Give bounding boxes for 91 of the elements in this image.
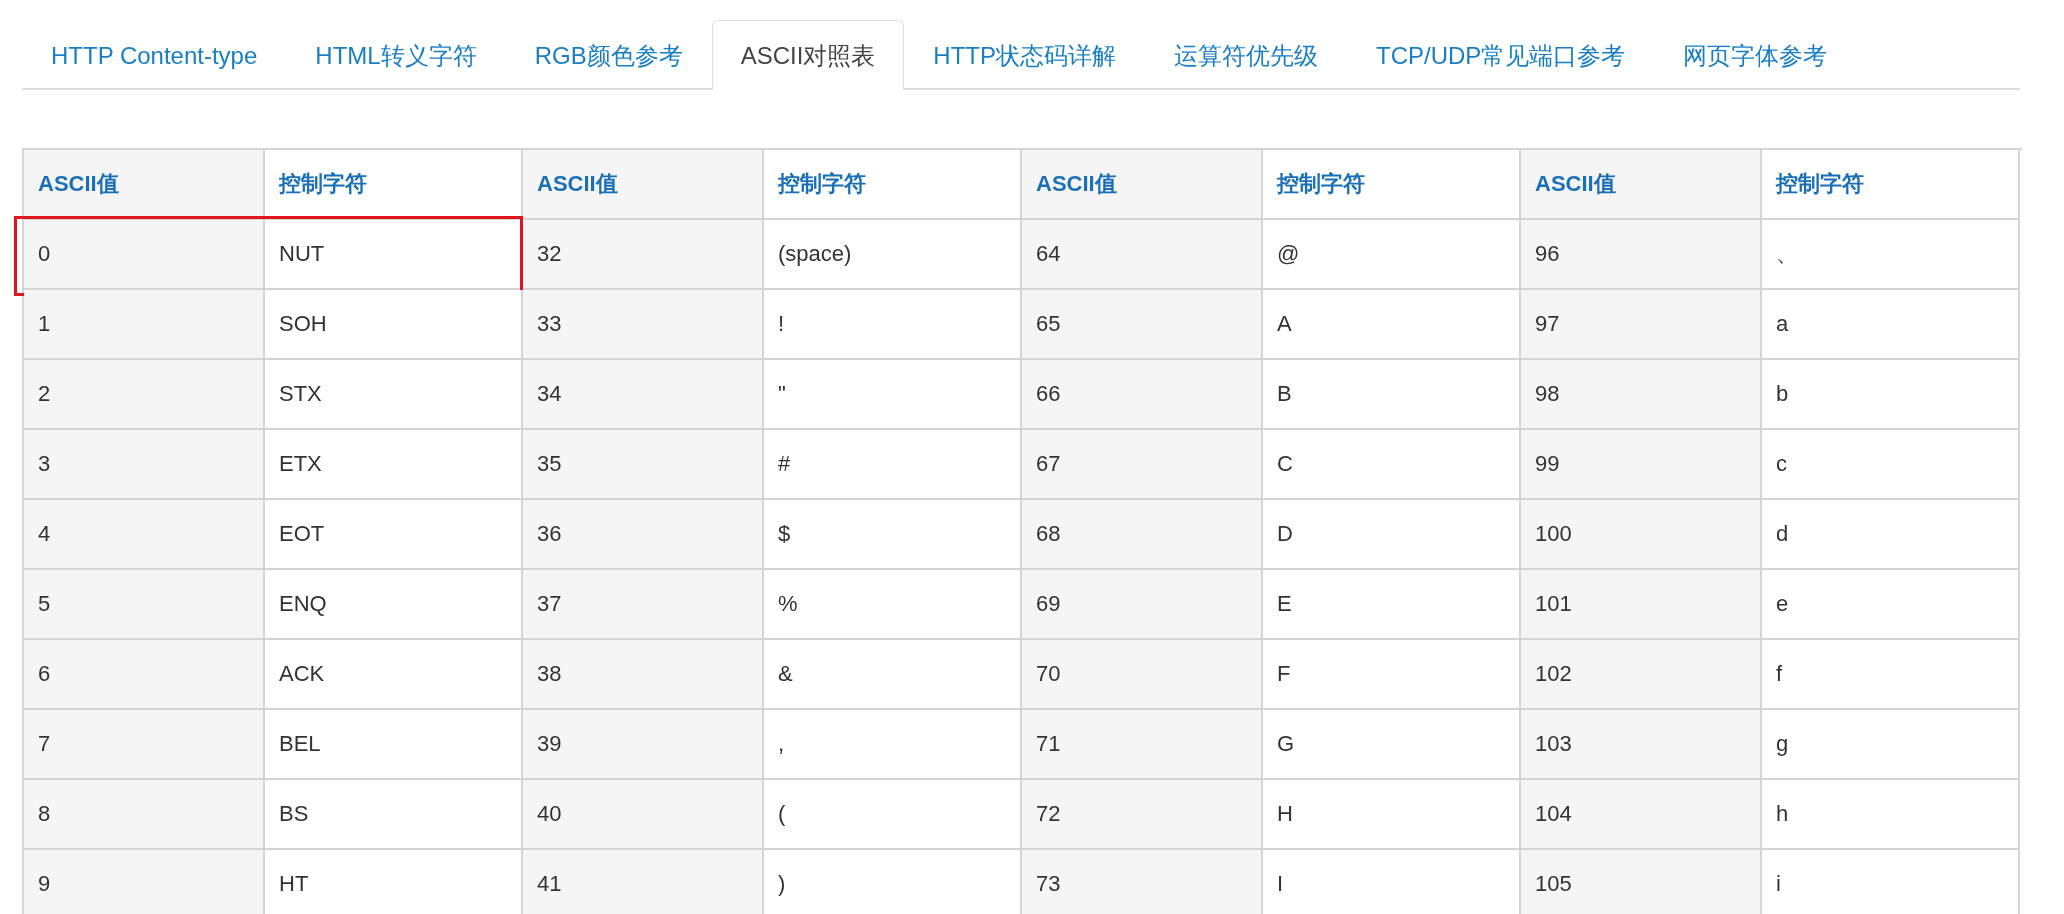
table-cell: 38 [523, 640, 764, 710]
table-cell: d [1762, 500, 2020, 570]
table-cell: 33 [523, 290, 764, 360]
table-cell: 97 [1521, 290, 1762, 360]
table-cell: D [1263, 500, 1521, 570]
table-cell: 39 [523, 710, 764, 780]
table-cell: A [1263, 290, 1521, 360]
table-cell: 98 [1521, 360, 1762, 430]
table-cell: ENQ [265, 570, 523, 640]
tab[interactable]: HTML转义字符 [286, 20, 506, 90]
table-cell: 1 [24, 290, 265, 360]
table-cell: " [764, 360, 1022, 430]
tab[interactable]: 网页字体参考 [1654, 20, 1857, 90]
table-cell: 96 [1521, 220, 1762, 290]
table-cell: 67 [1022, 430, 1263, 500]
table-cell: BS [265, 780, 523, 850]
table-cell: 41 [523, 850, 764, 914]
table-cell: 36 [523, 500, 764, 570]
table-cell: 68 [1022, 500, 1263, 570]
table-cell: 104 [1521, 780, 1762, 850]
table-cell: 66 [1022, 360, 1263, 430]
table-cell: 37 [523, 570, 764, 640]
column-header: ASCII值 [1521, 150, 1762, 220]
table-cell: c [1762, 430, 2020, 500]
tab[interactable]: ASCII对照表 [711, 20, 905, 90]
table-cell: 9 [24, 850, 265, 914]
table-cell: F [1263, 640, 1521, 710]
table-cell: 8 [24, 780, 265, 850]
table-cell: BEL [265, 710, 523, 780]
table-cell: # [764, 430, 1022, 500]
table-cell: G [1263, 710, 1521, 780]
table-cell: 2 [24, 360, 265, 430]
table-cell: STX [265, 360, 523, 430]
tab[interactable]: 运算符优先级 [1145, 20, 1348, 90]
table-cell: @ [1263, 220, 1521, 290]
tab[interactable]: HTTP状态码详解 [904, 20, 1146, 90]
column-header: ASCII值 [523, 150, 764, 220]
table-cell: 40 [523, 780, 764, 850]
table-cell: 35 [523, 430, 764, 500]
column-header: ASCII值 [24, 150, 265, 220]
table-cell: C [1263, 430, 1521, 500]
column-header: 控制字符 [265, 150, 523, 220]
table-cell: 73 [1022, 850, 1263, 914]
table-cell: ETX [265, 430, 523, 500]
table-cell: SOH [265, 290, 523, 360]
table-cell: 72 [1022, 780, 1263, 850]
table-cell: 5 [24, 570, 265, 640]
table-cell: 100 [1521, 500, 1762, 570]
table-cell: EOT [265, 500, 523, 570]
table-cell: 103 [1521, 710, 1762, 780]
table-cell: 3 [24, 430, 265, 500]
table-cell: 、 [1762, 220, 2020, 290]
table-cell: & [764, 640, 1022, 710]
column-header: ASCII值 [1022, 150, 1263, 220]
table-cell: 6 [24, 640, 265, 710]
table-cell: 105 [1521, 850, 1762, 914]
table-cell: 69 [1022, 570, 1263, 640]
column-header: 控制字符 [764, 150, 1022, 220]
table-cell: a [1762, 290, 2020, 360]
table-cell: e [1762, 570, 2020, 640]
table-cell: ( [764, 780, 1022, 850]
table-cell: 4 [24, 500, 265, 570]
table-cell: 101 [1521, 570, 1762, 640]
table-cell: % [764, 570, 1022, 640]
table-cell: 32 [523, 220, 764, 290]
table-cell: ! [764, 290, 1022, 360]
table-cell: ACK [265, 640, 523, 710]
table-cell: 34 [523, 360, 764, 430]
table-cell: 65 [1022, 290, 1263, 360]
column-header: 控制字符 [1762, 150, 2020, 220]
table-cell: B [1263, 360, 1521, 430]
tab[interactable]: TCP/UDP常见端口参考 [1347, 20, 1655, 90]
table-cell: 71 [1022, 710, 1263, 780]
table-cell: 7 [24, 710, 265, 780]
table-cell: g [1762, 710, 2020, 780]
table-cell: (space) [764, 220, 1022, 290]
table-cell: H [1263, 780, 1521, 850]
table-cell: 0 [24, 220, 265, 290]
table-cell: 64 [1022, 220, 1263, 290]
table-cell: h [1762, 780, 2020, 850]
column-header: 控制字符 [1263, 150, 1521, 220]
table-cell: , [764, 710, 1022, 780]
table-cell: 99 [1521, 430, 1762, 500]
table-cell: 70 [1022, 640, 1263, 710]
table-cell: $ [764, 500, 1022, 570]
table-cell: E [1263, 570, 1521, 640]
tab[interactable]: RGB颜色参考 [505, 20, 712, 90]
table-cell: f [1762, 640, 2020, 710]
table-cell: 102 [1521, 640, 1762, 710]
table-cell: b [1762, 360, 2020, 430]
tab[interactable]: HTTP Content-type [22, 20, 287, 90]
